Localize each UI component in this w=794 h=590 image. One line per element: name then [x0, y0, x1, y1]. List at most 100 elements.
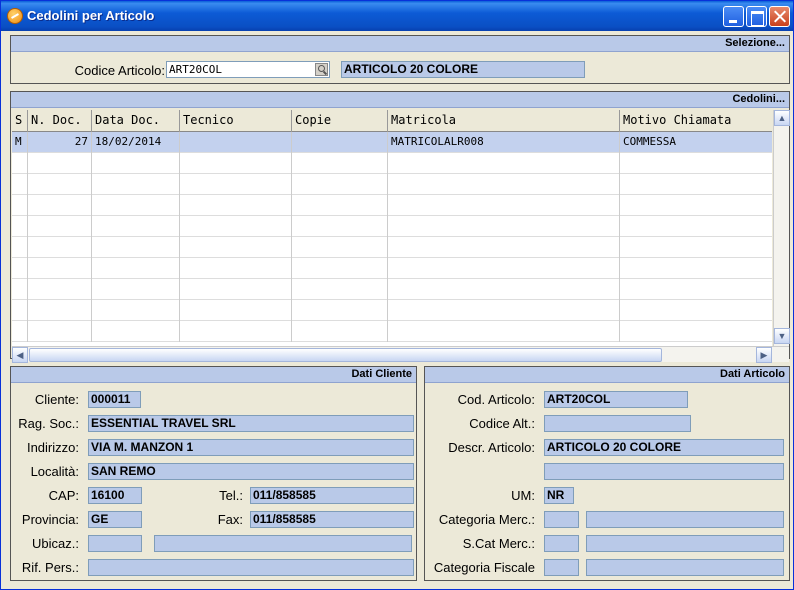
- tel-field: 011/858585: [250, 487, 414, 504]
- empty-cell: [92, 174, 180, 195]
- categoria-fiscale-desc: [586, 559, 784, 576]
- empty-row[interactable]: [12, 216, 772, 237]
- cell-s: M: [12, 132, 28, 153]
- empty-cell: [92, 321, 180, 342]
- empty-cell: [388, 279, 620, 300]
- empty-cell: [28, 237, 92, 258]
- vertical-scrollbar[interactable]: ▲ ▼: [773, 110, 790, 346]
- cell-tecnico: [180, 132, 292, 153]
- selezione-header: Selezione...: [11, 36, 789, 52]
- codice-alt-field: [544, 415, 691, 432]
- empty-cell: [28, 153, 92, 174]
- rag-soc-field: ESSENTIAL TRAVEL SRL: [88, 415, 414, 432]
- dati-cliente-header: Dati Cliente: [11, 367, 416, 383]
- empty-cell: [28, 279, 92, 300]
- ubicaz-label: Ubicaz.:: [32, 536, 79, 551]
- localita-field: SAN REMO: [88, 463, 414, 480]
- empty-cell: [292, 300, 388, 321]
- empty-cell: [388, 195, 620, 216]
- close-button[interactable]: [769, 6, 790, 27]
- empty-cell: [92, 153, 180, 174]
- col-header-tecnico[interactable]: Tecnico: [180, 110, 292, 132]
- empty-cell: [180, 258, 292, 279]
- minimize-button[interactable]: [723, 6, 744, 27]
- empty-cell: [28, 195, 92, 216]
- table-row[interactable]: M 27 18/02/2014 MATRICOLALR008 COMMESSA: [12, 132, 772, 153]
- empty-row[interactable]: [12, 195, 772, 216]
- scroll-up-icon[interactable]: ▲: [774, 110, 790, 126]
- empty-cell: [180, 300, 292, 321]
- empty-cell: [92, 300, 180, 321]
- scroll-down-icon[interactable]: ▼: [774, 328, 790, 344]
- empty-cell: [28, 258, 92, 279]
- empty-cell: [92, 237, 180, 258]
- grid-header-row: S N. Doc. Data Doc. Tecnico Copie Matric…: [12, 110, 772, 132]
- empty-cell: [12, 153, 28, 174]
- rif-pers-field: [88, 559, 414, 576]
- cedolini-grid[interactable]: S N. Doc. Data Doc. Tecnico Copie Matric…: [12, 110, 772, 346]
- empty-row[interactable]: [12, 279, 772, 300]
- um-label: UM:: [511, 488, 535, 503]
- descr-articolo-field: ARTICOLO 20 COLORE: [544, 439, 784, 456]
- rag-soc-label: Rag. Soc.:: [18, 416, 79, 431]
- empty-cell: [292, 153, 388, 174]
- col-header-n-doc[interactable]: N. Doc.: [28, 110, 92, 132]
- maximize-button[interactable]: [746, 6, 767, 27]
- empty-row[interactable]: [12, 174, 772, 195]
- scat-merc-code: [544, 535, 579, 552]
- empty-cell: [180, 237, 292, 258]
- empty-cell: [292, 258, 388, 279]
- horizontal-scrollbar[interactable]: ◀ ▶: [12, 346, 789, 363]
- empty-cell: [92, 216, 180, 237]
- scroll-left-icon[interactable]: ◀: [12, 347, 28, 363]
- scat-merc-desc: [586, 535, 784, 552]
- categoria-merc-desc: [586, 511, 784, 528]
- empty-cell: [388, 321, 620, 342]
- empty-cell: [180, 279, 292, 300]
- descr-articolo-label: Descr. Articolo:: [448, 440, 535, 455]
- empty-cell: [12, 300, 28, 321]
- categoria-fiscale-code: [544, 559, 579, 576]
- empty-cell: [292, 321, 388, 342]
- col-header-motivo-chiamata[interactable]: Motivo Chiamata: [620, 110, 772, 132]
- empty-row[interactable]: [12, 300, 772, 321]
- fax-label: Fax:: [217, 512, 243, 527]
- cell-copie: [292, 132, 388, 153]
- empty-cell: [92, 258, 180, 279]
- codice-articolo-input[interactable]: ART20COL: [166, 61, 330, 78]
- empty-cell: [388, 153, 620, 174]
- empty-cell: [620, 153, 772, 174]
- empty-row[interactable]: [12, 237, 772, 258]
- col-header-data-doc[interactable]: Data Doc.: [92, 110, 180, 132]
- col-header-s[interactable]: S: [12, 110, 28, 132]
- empty-cell: [180, 216, 292, 237]
- codice-articolo-label: Codice Articolo:: [74, 63, 165, 78]
- col-header-copie[interactable]: Copie: [292, 110, 388, 132]
- col-header-matricola[interactable]: Matricola: [388, 110, 620, 132]
- ubicaz-desc-field: [154, 535, 412, 552]
- empty-cell: [28, 321, 92, 342]
- scat-merc-label: S.Cat Merc.:: [462, 536, 535, 551]
- title-bar[interactable]: Cedolini per Articolo: [1, 1, 793, 31]
- lookup-search-icon[interactable]: [315, 63, 328, 76]
- app-icon: [7, 8, 23, 24]
- articolo-descrizione: ARTICOLO 20 COLORE: [341, 61, 585, 78]
- empty-cell: [12, 216, 28, 237]
- cod-articolo-field: ART20COL: [544, 391, 688, 408]
- empty-cell: [180, 195, 292, 216]
- empty-cell: [28, 174, 92, 195]
- empty-cell: [28, 216, 92, 237]
- empty-row[interactable]: [12, 258, 772, 279]
- descr-articolo-field-2: [544, 463, 784, 480]
- scroll-right-icon[interactable]: ▶: [756, 347, 772, 363]
- empty-cell: [620, 195, 772, 216]
- um-field: NR: [544, 487, 574, 504]
- empty-row[interactable]: [12, 321, 772, 342]
- empty-cell: [620, 279, 772, 300]
- empty-cell: [620, 258, 772, 279]
- empty-cell: [292, 279, 388, 300]
- empty-row[interactable]: [12, 153, 772, 174]
- empty-cell: [12, 237, 28, 258]
- horizontal-scroll-thumb[interactable]: [29, 348, 662, 362]
- empty-cell: [12, 321, 28, 342]
